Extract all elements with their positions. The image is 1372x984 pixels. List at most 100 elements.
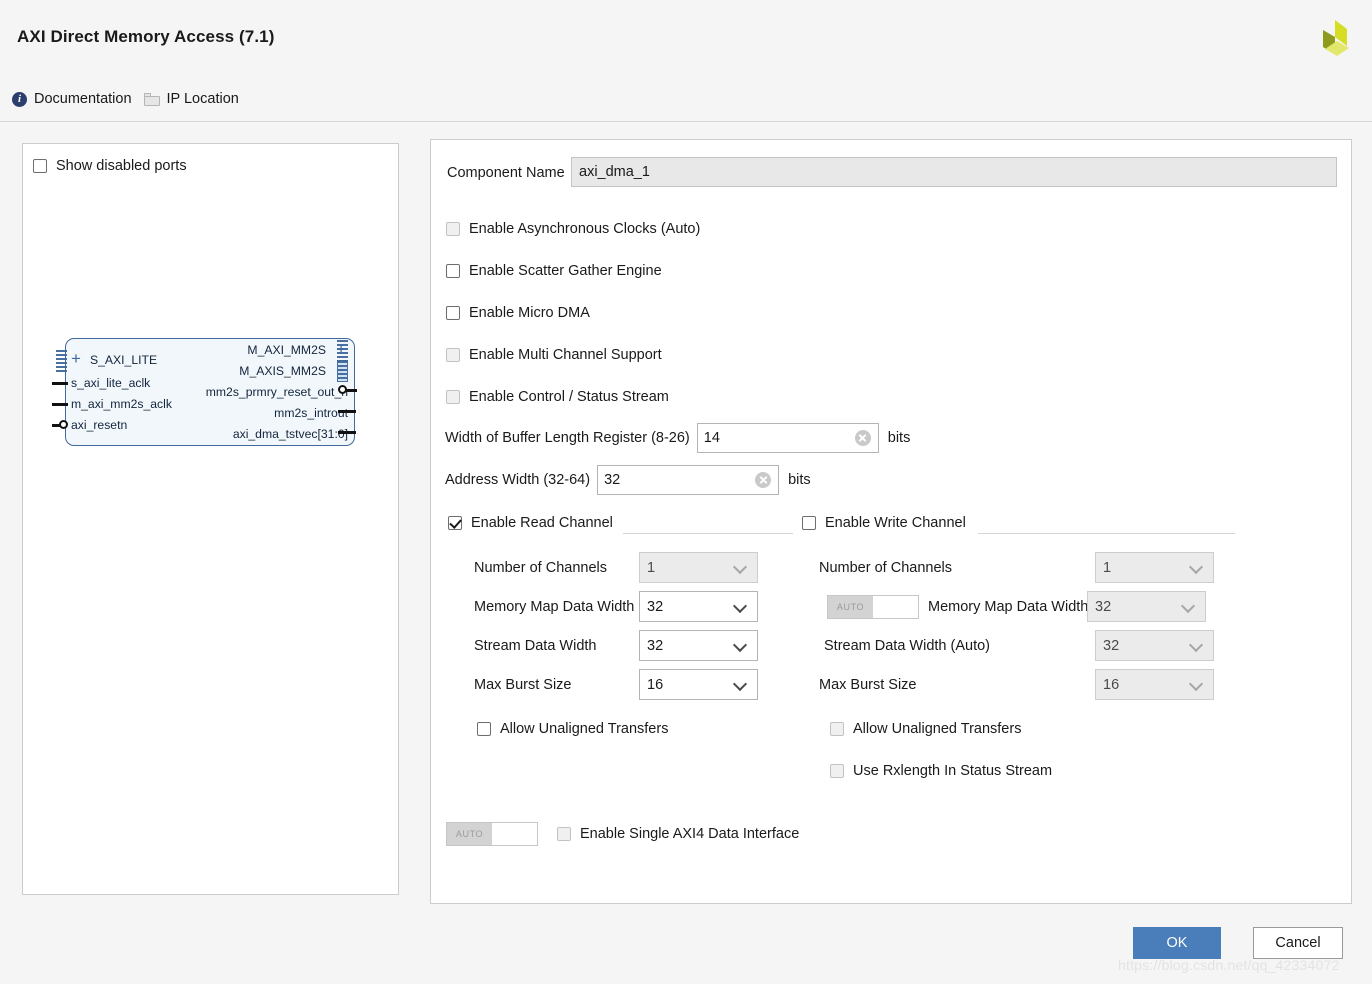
xilinx-logo: [1323, 20, 1349, 56]
dialog-header: AXI Direct Memory Access (7.1) i Documen…: [0, 0, 1372, 122]
bus-connector-s-axi-lite: [56, 350, 67, 372]
config-form-panel: Component Name axi_dma_1 Enable Asynchro…: [430, 139, 1352, 904]
write-stream-data-width-value: 32: [1103, 637, 1120, 654]
port-label-mm2s-prmry-reset-out-n: mm2s_prmry_reset_out_n: [205, 385, 348, 399]
cancel-button[interactable]: Cancel: [1253, 927, 1343, 959]
read-memory-map-data-width-value: 32: [647, 598, 664, 615]
read-allow-unaligned-row[interactable]: Allow Unaligned Transfers: [477, 721, 668, 737]
buffer-length-value: 14: [703, 430, 720, 446]
auto-toggle-knob: AUTO: [447, 823, 492, 845]
enable-scatter-gather-label: Enable Scatter Gather Engine: [469, 263, 662, 279]
expand-icon-s-axi-lite[interactable]: +: [71, 350, 81, 367]
ok-button[interactable]: OK: [1133, 927, 1221, 959]
ip-config-dialog: AXI Direct Memory Access (7.1) i Documen…: [0, 0, 1372, 984]
ports-preview-panel: Show disabled ports: [22, 143, 399, 895]
read-number-of-channels-dropdown: 1: [639, 552, 758, 583]
enable-micro-dma-label: Enable Micro DMA: [469, 305, 590, 321]
write-stream-data-width-dropdown: 32: [1095, 630, 1214, 661]
buffer-length-label: Width of Buffer Length Register (8-26): [445, 430, 690, 446]
write-use-rxlength-checkbox: [830, 764, 844, 778]
write-allow-unaligned-row[interactable]: Allow Unaligned Transfers: [830, 721, 1021, 737]
chevron-down-icon: [732, 676, 748, 691]
port-label-axi-resetn: axi_resetn: [71, 418, 128, 432]
port-label-m-axi-mm2s-aclk: m_axi_mm2s_aclk: [71, 397, 172, 411]
read-max-burst-size-row: Max Burst Size 16: [474, 669, 758, 700]
ip-location-link[interactable]: IP Location: [143, 91, 239, 107]
buffer-length-input[interactable]: 14: [696, 423, 879, 453]
auto-toggle-memory-map-data-width[interactable]: AUTO: [827, 594, 919, 619]
read-stream-data-width-row: Stream Data Width 32: [474, 630, 758, 661]
chevron-down-icon: [732, 637, 748, 652]
clear-icon-buffer-length[interactable]: [854, 430, 871, 446]
enable-single-axi4-label: Enable Single AXI4 Data Interface: [580, 826, 800, 842]
enable-read-channel-label: Enable Read Channel: [471, 515, 613, 531]
read-max-burst-size-label: Max Burst Size: [474, 676, 572, 693]
enable-read-channel-row[interactable]: Enable Read Channel: [448, 515, 613, 531]
chevron-down-icon: [732, 559, 748, 574]
read-stream-data-width-label: Stream Data Width: [474, 637, 597, 654]
write-max-burst-size-value: 16: [1103, 676, 1120, 693]
address-width-unit: bits: [788, 472, 811, 488]
read-max-burst-size-dropdown[interactable]: 16: [639, 669, 758, 700]
enable-scatter-gather-checkbox[interactable]: [446, 264, 460, 278]
auto-toggle-knob: AUTO: [828, 595, 873, 618]
bus-connector-m-axi-mm2s: [337, 340, 348, 362]
enable-scatter-gather-row[interactable]: Enable Scatter Gather Engine: [446, 263, 662, 279]
component-name-label: Component Name: [447, 165, 565, 181]
documentation-link[interactable]: i Documentation: [12, 91, 132, 107]
enable-micro-dma-checkbox[interactable]: [446, 306, 460, 320]
write-number-of-channels-row: Number of Channels 1: [819, 552, 1214, 583]
address-width-label: Address Width (32-64): [445, 472, 591, 488]
read-memory-map-data-width-dropdown[interactable]: 32: [639, 591, 758, 622]
write-max-burst-size-dropdown: 16: [1095, 669, 1214, 700]
write-memory-map-data-width-value: 32: [1095, 598, 1112, 615]
enable-async-clocks-checkbox: [446, 222, 460, 236]
port-label-s-axi-lite: S_AXI_LITE: [90, 353, 158, 367]
info-icon: i: [12, 91, 27, 107]
documentation-label: Documentation: [34, 91, 132, 107]
write-number-of-channels-dropdown: 1: [1095, 552, 1214, 583]
enable-write-channel-checkbox[interactable]: [802, 516, 816, 530]
read-max-burst-size-value: 16: [647, 676, 664, 693]
read-memory-map-data-width-label: Memory Map Data Width: [474, 598, 635, 615]
read-stream-data-width-dropdown[interactable]: 32: [639, 630, 758, 661]
pin-dot-axi-resetn: [59, 420, 68, 429]
write-stream-data-width-row: Stream Data Width (Auto) 32: [824, 630, 1214, 661]
port-label-m-axis-mm2s: M_AXIS_MM2S: [239, 364, 326, 378]
component-name-input[interactable]: axi_dma_1: [571, 157, 1337, 187]
auto-toggle-single-axi4[interactable]: AUTO: [446, 822, 538, 846]
header-link-bar: i Documentation IP Location: [12, 91, 239, 107]
read-allow-unaligned-checkbox[interactable]: [477, 722, 491, 736]
address-width-input[interactable]: 32: [597, 465, 780, 495]
enable-multi-channel-row[interactable]: Enable Multi Channel Support: [446, 347, 662, 363]
write-max-burst-size-row: Max Burst Size 16: [819, 669, 1214, 700]
read-number-of-channels-row: Number of Channels 1: [474, 552, 758, 583]
enable-micro-dma-row[interactable]: Enable Micro DMA: [446, 305, 590, 321]
ip-location-label: IP Location: [166, 91, 239, 107]
pin-mm2s-introut: [338, 410, 356, 413]
enable-multi-channel-label: Enable Multi Channel Support: [469, 347, 662, 363]
port-label-s-axi-lite-aclk: s_axi_lite_aclk: [71, 376, 151, 390]
pin-s-axi-lite-aclk: [52, 382, 68, 385]
read-number-of-channels-value: 1: [647, 559, 656, 576]
single-axi4-interface-row: AUTO Enable Single AXI4 Data Interface: [446, 822, 799, 846]
show-disabled-ports-row[interactable]: Show disabled ports: [33, 158, 187, 174]
enable-read-channel-checkbox[interactable]: [448, 516, 462, 530]
enable-async-clocks-row[interactable]: Enable Asynchronous Clocks (Auto): [446, 221, 700, 237]
enable-write-channel-row[interactable]: Enable Write Channel: [802, 515, 966, 531]
pin-dot-mm2s-prmry-reset-out-n: [338, 385, 347, 394]
write-use-rxlength-row[interactable]: Use Rxlength In Status Stream: [830, 763, 1052, 779]
clear-icon-address-width[interactable]: [755, 472, 772, 488]
buffer-length-row: Width of Buffer Length Register (8-26) 1…: [445, 423, 910, 453]
port-label-m-axi-mm2s: M_AXI_MM2S: [247, 343, 326, 357]
chevron-down-icon: [1188, 637, 1204, 652]
write-number-of-channels-value: 1: [1103, 559, 1112, 576]
auto-toggle-track: [492, 823, 537, 845]
write-memory-map-data-width-dropdown: 32: [1087, 591, 1206, 622]
show-disabled-ports-checkbox[interactable]: [33, 159, 47, 173]
read-allow-unaligned-label: Allow Unaligned Transfers: [500, 721, 669, 737]
enable-control-status-stream-row[interactable]: Enable Control / Status Stream: [446, 389, 669, 405]
pin-m-axi-mm2s-aclk: [52, 403, 68, 406]
enable-multi-channel-checkbox: [446, 348, 460, 362]
auto-toggle-track: [873, 595, 918, 618]
